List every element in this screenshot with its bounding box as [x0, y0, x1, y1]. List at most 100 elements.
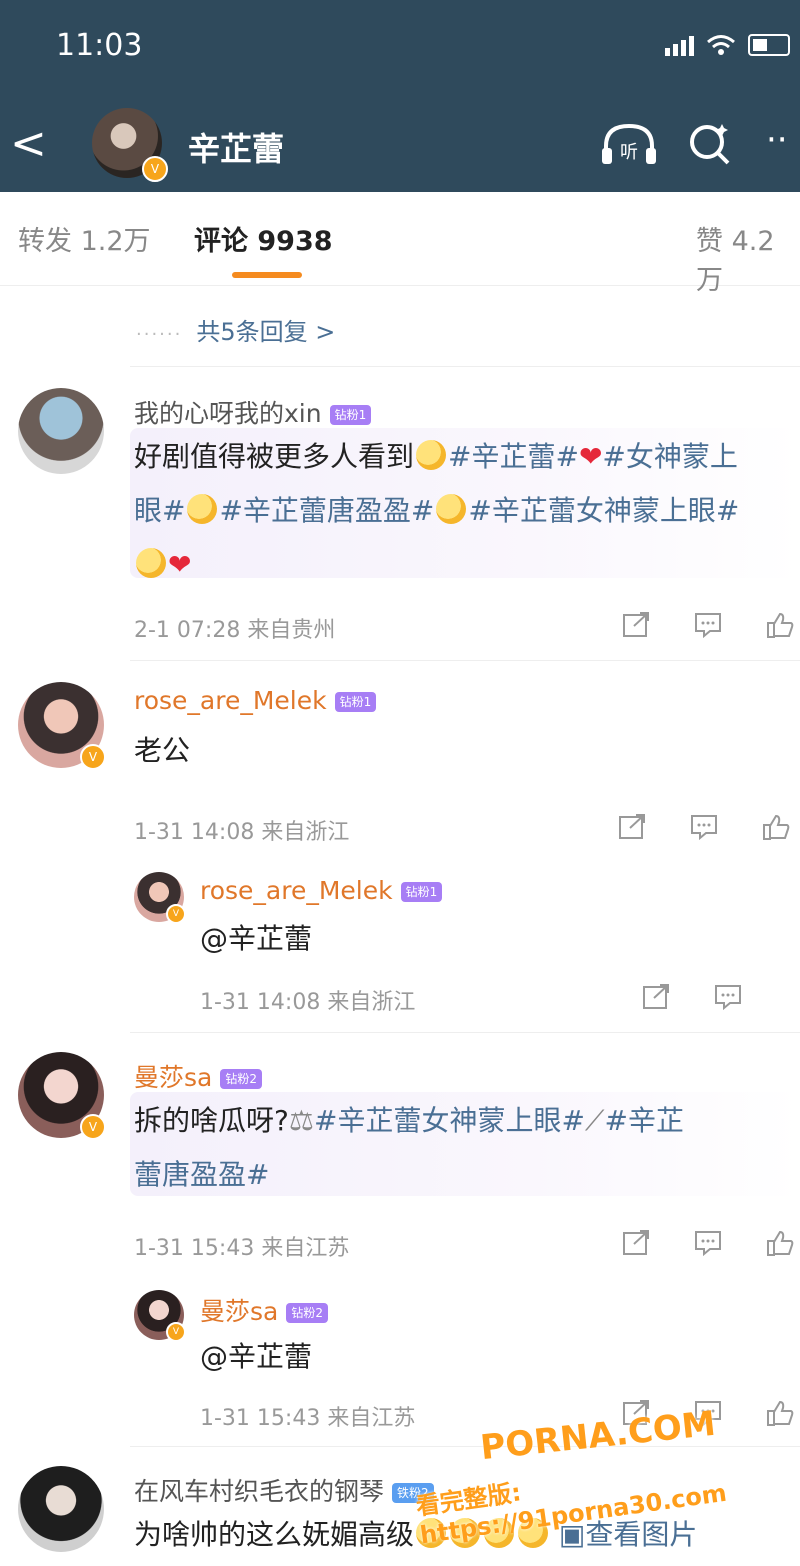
like-button[interactable]: [762, 814, 790, 840]
headphones-icon: 听: [602, 123, 656, 164]
active-tab-indicator: [232, 272, 302, 278]
avatar[interactable]: [18, 1466, 104, 1552]
share-icon: [619, 814, 645, 839]
author-name: 曼莎sa: [134, 1063, 213, 1092]
comment-icon: [715, 985, 741, 1011]
comment-author[interactable]: 在风车村织毛衣的钢琴 铁粉2: [134, 1472, 434, 1508]
text-segment: 好剧值得被更多人看到: [134, 440, 415, 473]
emoji-icon: [416, 440, 447, 470]
scales-icon: ⚖: [288, 1104, 314, 1137]
thumbs-up-icon: [767, 1230, 794, 1256]
reply-text: @辛芷蕾: [200, 1340, 313, 1373]
hashtag-link[interactable]: #女神蒙上: [602, 440, 737, 473]
page-title: 辛芷蕾: [188, 130, 285, 168]
comment-actions: [618, 814, 790, 841]
verified-icon: V: [80, 744, 106, 770]
fan-badge: 钻粉2: [220, 1069, 262, 1089]
author-name: rose_are_Melek: [134, 686, 327, 715]
comment-author[interactable]: 曼莎sa 钻粉2: [134, 1058, 262, 1094]
like-button[interactable]: [766, 1230, 794, 1256]
comment-text: 老公: [134, 734, 191, 767]
tab-likes[interactable]: 赞 4.2万: [696, 219, 800, 297]
reply-button[interactable]: [690, 814, 718, 841]
reply-meta: 1-31 15:43 来自江苏: [200, 1406, 416, 1431]
tab-bar: 转发 1.2万 评论 9938 赞 4.2万: [0, 195, 800, 296]
thumbs-up-icon: [767, 612, 794, 638]
signal-icon: [665, 34, 694, 56]
share-icon: [623, 1230, 649, 1255]
emoji-icon: [187, 494, 218, 524]
verified-icon: V: [166, 1322, 186, 1342]
reply-button[interactable]: [694, 1230, 722, 1257]
hashtag-link[interactable]: #辛芷蕾女神蒙上眼#: [468, 494, 739, 527]
thumbs-up-icon: [767, 1400, 794, 1426]
reply-actions: [642, 984, 742, 1011]
share-button[interactable]: [642, 984, 670, 1010]
dotted-line: ······: [136, 324, 183, 345]
comment-meta: 2-1 07:28 来自贵州: [134, 618, 336, 643]
wifi-icon: [707, 35, 735, 55]
comment-author[interactable]: rose_are_Melek 钻粉1: [134, 686, 377, 715]
share-button[interactable]: [622, 612, 650, 638]
listen-label: 听: [620, 142, 638, 163]
comment-meta: 1-31 15:43 来自江苏: [134, 1236, 350, 1261]
verified-icon: V: [166, 904, 186, 924]
fan-badge: 钻粉1: [400, 882, 443, 902]
hashtag-link[interactable]: #辛芷蕾唐盈盈#: [219, 494, 434, 527]
like-button[interactable]: [766, 612, 794, 638]
reply-author[interactable]: rose_are_Melek 钻粉1: [200, 876, 443, 905]
comment-actions: [622, 612, 794, 639]
emoji-icon: [136, 548, 166, 578]
avatar[interactable]: [18, 388, 104, 474]
hashtag-link[interactable]: 眼#: [134, 494, 185, 527]
hashtag-link[interactable]: #辛芷: [605, 1104, 684, 1137]
comment-icon: [695, 1231, 721, 1257]
author-name: 曼莎sa: [200, 1297, 279, 1326]
share-button[interactable]: [618, 814, 646, 840]
hashtag-link[interactable]: #辛芷蕾女神蒙上眼#: [314, 1104, 585, 1137]
reply-author[interactable]: 曼莎sa 钻粉2: [200, 1292, 328, 1328]
search-button[interactable]: [686, 120, 734, 177]
share-button[interactable]: [622, 1230, 650, 1256]
divider: [130, 660, 800, 661]
tab-comments[interactable]: 评论 9938: [194, 219, 333, 258]
back-button[interactable]: <: [10, 122, 47, 166]
verified-icon: V: [80, 1114, 106, 1140]
fan-badge: 钻粉1: [329, 405, 372, 425]
comment-actions: [622, 1230, 794, 1257]
verified-icon: V: [142, 156, 168, 182]
hashtag-link[interactable]: 蕾唐盈盈#: [134, 1158, 269, 1191]
comment-meta: 1-31 14:08 来自浙江: [134, 820, 350, 845]
heart-icon: ❤: [578, 440, 603, 473]
text-segment: 拆的啥瓜呀?: [134, 1104, 289, 1137]
hashtag-link[interactable]: #辛芷蕾#: [448, 440, 579, 473]
more-replies-label: 共5条回复 >: [196, 318, 336, 346]
text-segment: 为啥帅的这么妩媚高级: [134, 1518, 415, 1551]
search-icon: [690, 124, 730, 165]
share-icon: [623, 612, 649, 637]
more-button[interactable]: ··: [766, 118, 788, 162]
divider: [130, 366, 800, 367]
reply-button[interactable]: [714, 984, 742, 1011]
fan-badge: 钻粉2: [286, 1303, 328, 1323]
fan-badge: 钻粉1: [334, 692, 377, 712]
listen-button[interactable]: 听: [600, 120, 658, 177]
reply-button[interactable]: [694, 612, 722, 639]
like-button[interactable]: [766, 1400, 794, 1426]
comment-icon: [691, 815, 717, 841]
author-name: 在风车村织毛衣的钢琴: [134, 1477, 385, 1506]
reply-meta: 1-31 14:08 来自浙江: [200, 990, 416, 1015]
comment-author[interactable]: 我的心呀我的xin 钻粉1: [134, 394, 372, 430]
divider: [130, 1032, 800, 1033]
status-icons: [665, 34, 790, 56]
author-name: 我的心呀我的xin: [134, 399, 322, 428]
battery-icon: [748, 34, 790, 56]
emoji-icon: [436, 494, 467, 524]
reply-text: @辛芷蕾: [200, 922, 313, 955]
share-icon: [643, 984, 669, 1009]
status-time: 11:03: [56, 28, 143, 63]
more-replies-link[interactable]: ······ 共5条回复 >: [136, 312, 335, 347]
sword-icon: ⟋: [584, 1104, 605, 1137]
heart-icon: ❤: [168, 548, 192, 581]
tab-repost[interactable]: 转发 1.2万: [18, 219, 151, 258]
